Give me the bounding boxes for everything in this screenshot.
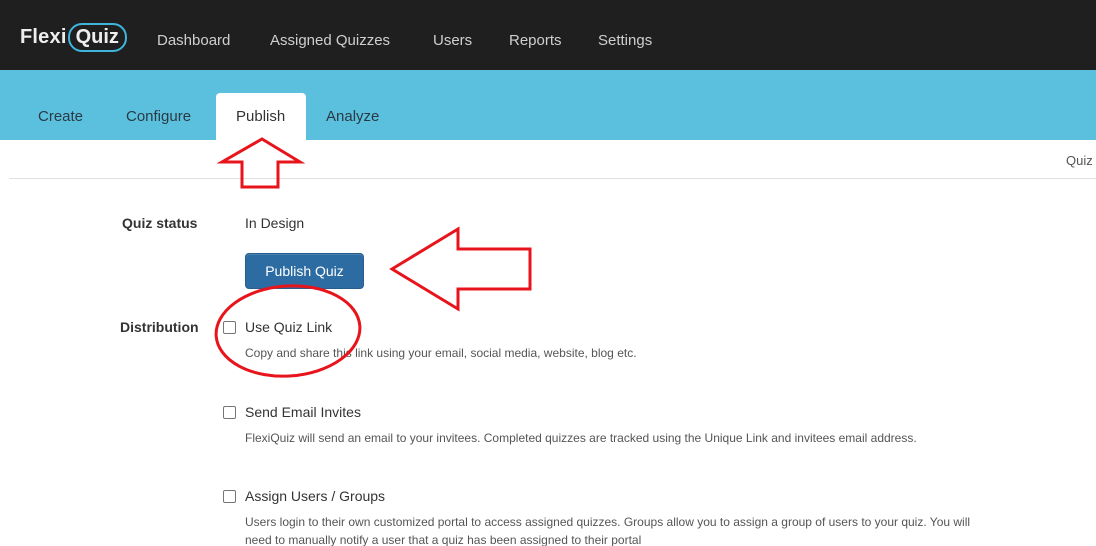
divider (9, 178, 1096, 179)
tab-create[interactable]: Create (38, 108, 83, 125)
distribution-label: Distribution (120, 319, 199, 335)
quiz-status-label: Quiz status (122, 215, 198, 231)
send-email-invites-title: Send Email Invites (245, 404, 361, 420)
send-email-invites-checkbox[interactable] (223, 406, 236, 419)
quiz-title-link[interactable]: Quiz (1066, 153, 1093, 168)
publish-quiz-button[interactable]: Publish Quiz (245, 253, 364, 289)
nav-assigned-quizzes[interactable]: Assigned Quizzes (270, 32, 390, 49)
assign-users-groups-title: Assign Users / Groups (245, 488, 386, 504)
tab-publish-label: Publish (236, 108, 286, 125)
quiz-status-value: In Design (245, 215, 305, 231)
arrow-up-annotation (216, 137, 306, 189)
use-quiz-link-title: Use Quiz Link (245, 319, 333, 335)
send-email-invites-description: FlexiQuiz will send an email to your inv… (245, 431, 917, 445)
assign-users-groups-description-line1: Users login to their own customized port… (245, 515, 971, 529)
arrow-left-annotation (389, 226, 532, 312)
nav-users[interactable]: Users (433, 32, 472, 49)
nav-reports[interactable]: Reports (509, 32, 562, 49)
nav-dashboard[interactable]: Dashboard (157, 32, 230, 49)
use-quiz-link-checkbox[interactable] (223, 321, 236, 334)
use-quiz-link-description: Copy and share this link using your emai… (245, 346, 637, 360)
logo-text-quiz: Quiz (67, 22, 127, 52)
quiz-tabs-bar (0, 70, 1096, 140)
flexiquiz-logo[interactable]: Flexi Quiz (20, 22, 127, 52)
tab-configure[interactable]: Configure (126, 108, 191, 125)
top-navbar: Flexi Quiz Dashboard Assigned Quizzes Use… (0, 0, 1096, 70)
assign-users-groups-checkbox[interactable] (223, 490, 236, 503)
tab-analyze[interactable]: Analyze (326, 108, 379, 125)
nav-settings[interactable]: Settings (598, 32, 652, 49)
assign-users-groups-description-line2: need to manually notify a user that a qu… (245, 533, 642, 546)
logo-text-flexi: Flexi (20, 25, 67, 48)
